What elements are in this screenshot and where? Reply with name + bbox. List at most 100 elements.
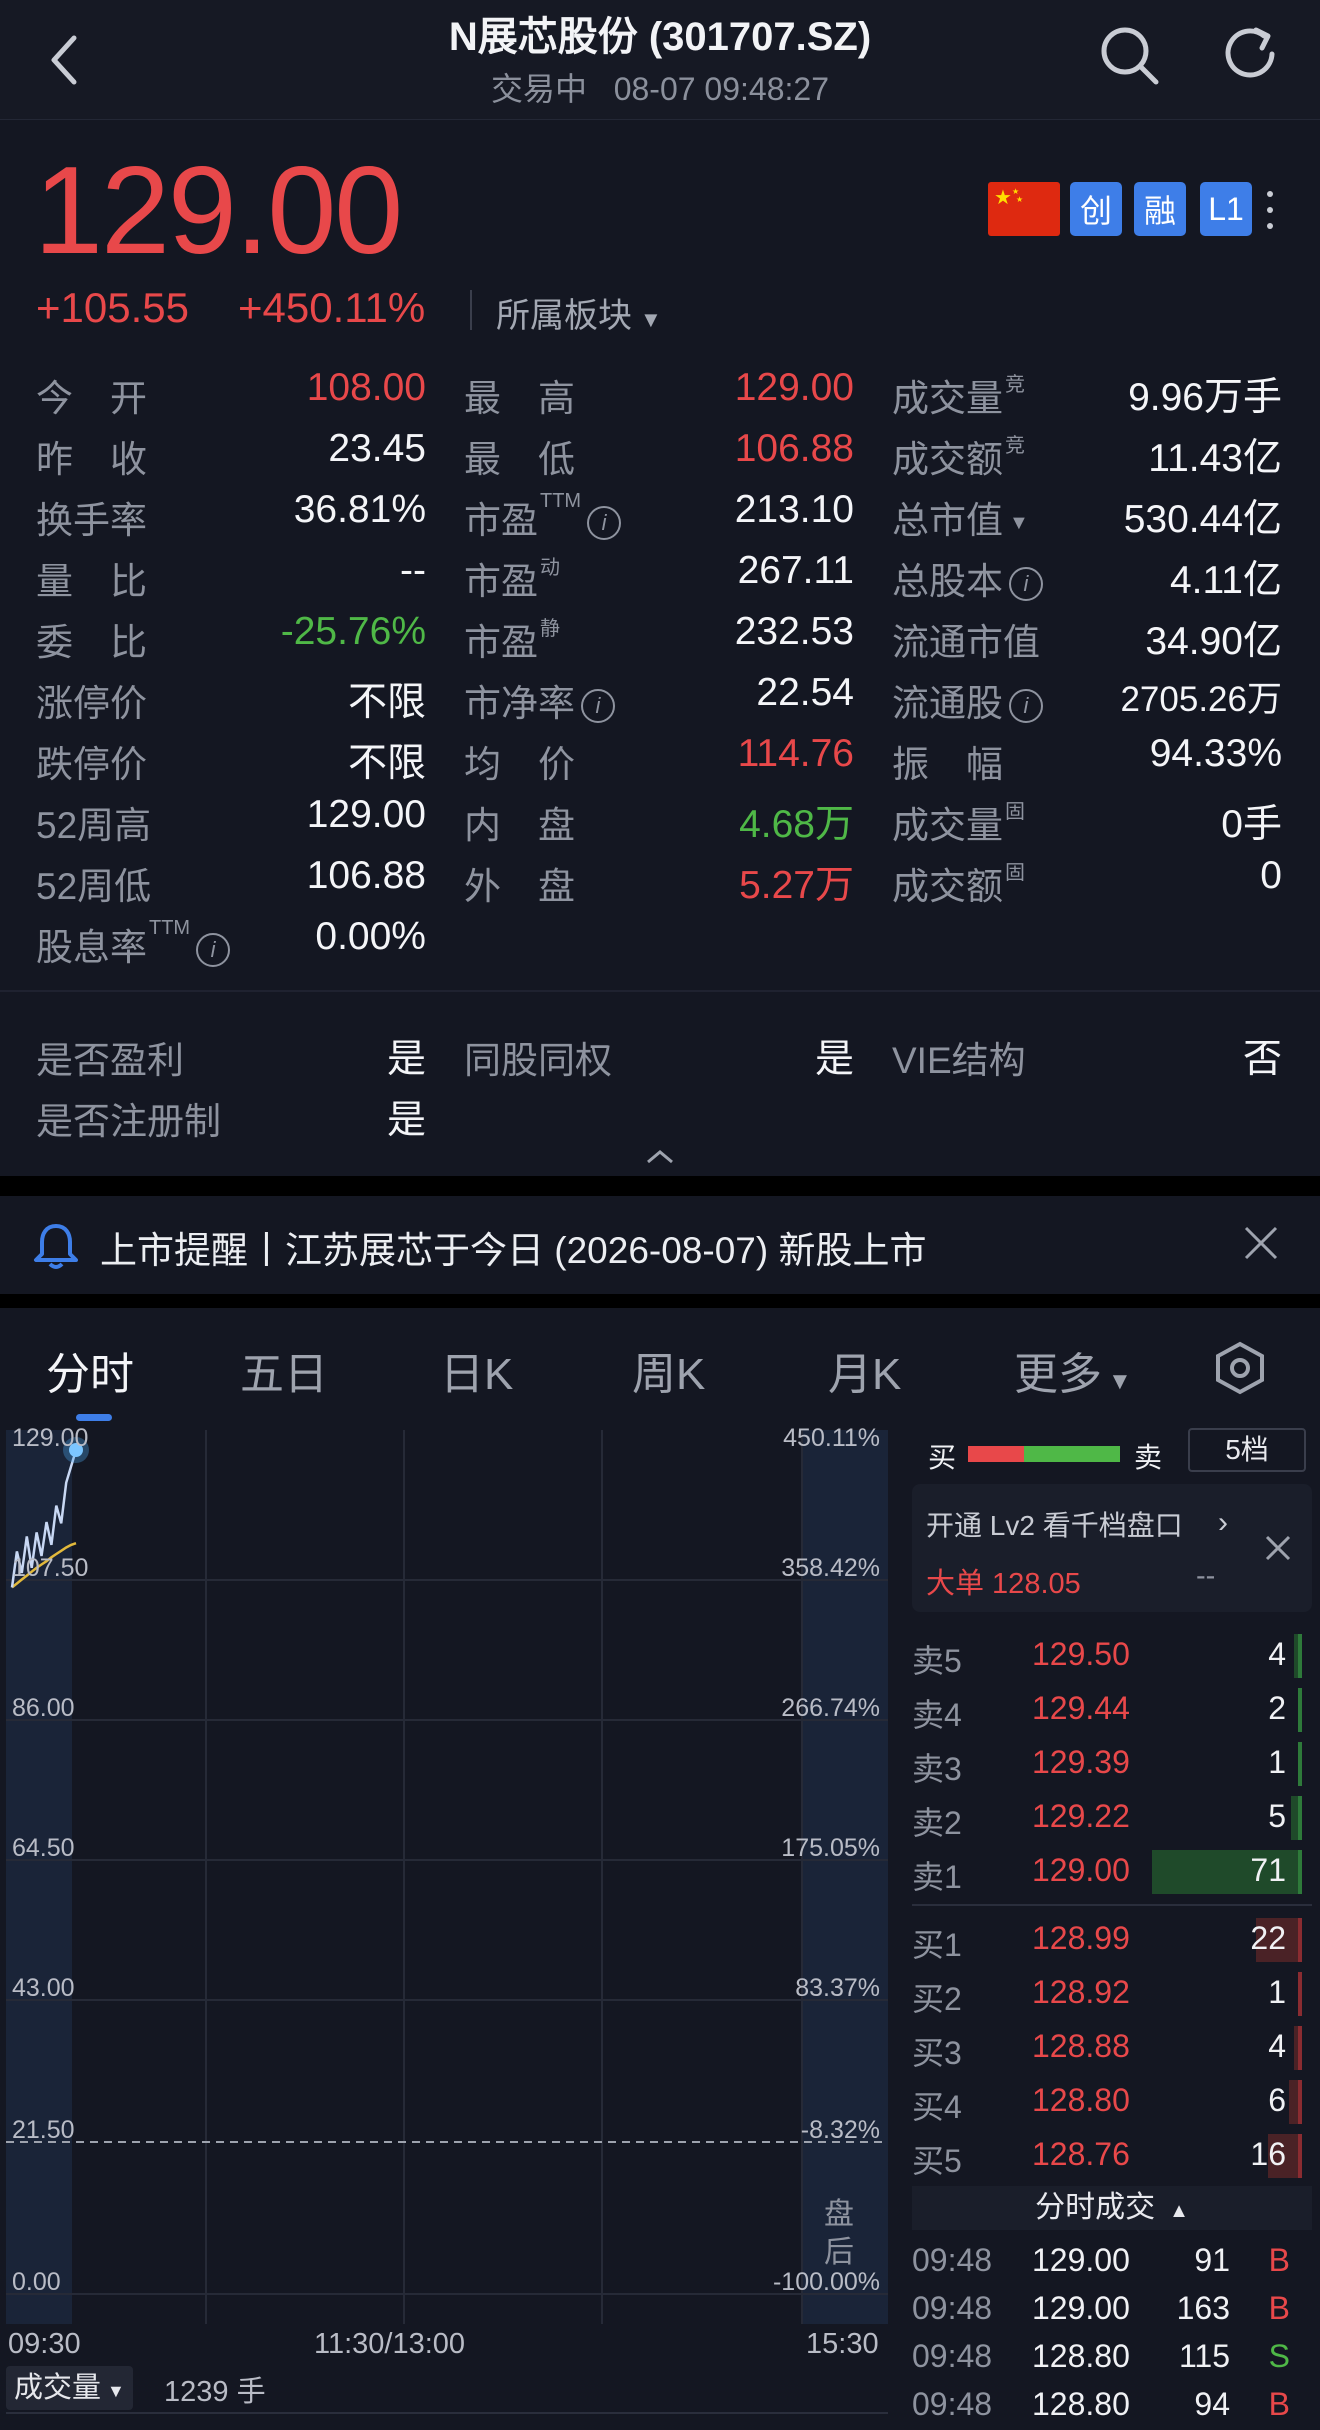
bid-level-label: 买2: [912, 1981, 962, 2017]
tick-price: 128.80: [1032, 2386, 1130, 2422]
collapse-chevron-icon[interactable]: [644, 1146, 676, 1166]
bid-price: 128.92: [1032, 1974, 1130, 2010]
y-axis-left-label: 86.00: [12, 1694, 75, 1722]
stat-value-inner: 4.68万: [739, 803, 854, 846]
more-options-icon[interactable]: [1262, 186, 1278, 234]
tab-daily-k[interactable]: 日K: [440, 1338, 513, 1402]
volume-dropdown[interactable]: 成交量 ▼: [6, 2366, 133, 2410]
ask-quantity: 5: [1268, 1798, 1286, 1834]
stat-label-market-cap[interactable]: 总市值 ▼: [892, 490, 1029, 544]
depth-bar-edge: [1298, 2026, 1302, 2070]
y-axis-right-label: 175.05%: [781, 1834, 880, 1862]
stat-label-total-shares: 总股本 i: [892, 551, 1043, 605]
bid-level-label: 买5: [912, 2143, 962, 2179]
chinext-badge[interactable]: 创: [1070, 182, 1122, 236]
sector-label: 所属板块: [496, 297, 632, 335]
y-axis-right-label: -100.00%: [772, 2268, 880, 2296]
chevron-right-icon: ›: [1218, 1506, 1228, 1539]
caret-down-icon: ▼: [107, 2381, 125, 2401]
y-axis-right-label: -8.32%: [800, 2116, 880, 2144]
lv2-promo-card[interactable]: 开通 Lv2 看千档盘口 › 大单 128.05 --: [912, 1484, 1312, 1612]
feature-value-registration: 是: [386, 1099, 426, 1142]
info-icon[interactable]: i: [581, 689, 615, 724]
tab-more[interactable]: 更多 ▼: [1014, 1338, 1132, 1402]
buy-ratio-fill: [968, 1446, 1025, 1462]
close-icon[interactable]: [1242, 1224, 1280, 1262]
info-icon[interactable]: i: [587, 506, 622, 541]
tab-monthly-k[interactable]: 月K: [828, 1338, 901, 1402]
tab-weekly-k[interactable]: 周K: [632, 1338, 705, 1402]
close-icon[interactable]: [1264, 1534, 1292, 1562]
tab-active-indicator: [76, 1414, 112, 1421]
stat-value-fixed-volume: 0手: [1221, 803, 1282, 846]
current-price: 129.00: [34, 142, 403, 280]
tick-time: 09:48: [912, 2242, 993, 2278]
ask-quantity: 4: [1268, 1636, 1286, 1672]
stat-value-total-shares: 4.11亿: [1169, 559, 1282, 602]
section-gap: [0, 1294, 1320, 1308]
bid-quantity: 22: [1250, 1920, 1286, 1956]
stat-value-volume: 9.96万手: [1128, 376, 1282, 419]
margin-badge[interactable]: 融: [1134, 182, 1186, 236]
big-order-label: 大单 128.05: [926, 1568, 1081, 1600]
stat-value-market-cap: 530.44亿: [1123, 498, 1282, 541]
china-flag-icon: ★ ★ ★: [988, 182, 1060, 236]
depth-bar-edge: [1298, 1972, 1302, 2016]
section-gap: [0, 1176, 1320, 1196]
bid-quantity: 16: [1250, 2136, 1286, 2172]
settings-hexagon-icon[interactable]: [1214, 1340, 1266, 1396]
search-icon[interactable]: [1098, 24, 1162, 88]
depth-button[interactable]: 5档: [1188, 1428, 1306, 1472]
y-axis-left-label: 21.50: [12, 2116, 75, 2144]
ask-level-label: 卖2: [912, 1805, 962, 1841]
tab-more-label: 更多: [1014, 1350, 1102, 1399]
bid-level-label: 买3: [912, 2035, 962, 2071]
fixed-amount-label-text: 成交额: [892, 866, 1003, 907]
stat-label-order-ratio: 委 比: [36, 622, 147, 663]
stat-sup: 静: [540, 618, 560, 640]
stat-value-fixed-amount: 0: [1260, 854, 1282, 897]
time-label-open: 09:30: [8, 2328, 81, 2360]
ticks-header[interactable]: 分时成交 ▲: [912, 2186, 1312, 2230]
y-axis-right-label: 83.37%: [795, 1974, 880, 2002]
sell-ratio-label: 卖: [1134, 1442, 1163, 1473]
stat-value-volume-ratio: --: [400, 549, 426, 592]
tick-time: 09:48: [912, 2290, 993, 2326]
y-axis-left-label: 43.00: [12, 1974, 75, 2002]
after-hours-label: 盘后: [824, 2198, 854, 2269]
info-icon[interactable]: i: [196, 933, 231, 968]
y-axis-left-label: 129.00: [12, 1424, 89, 1452]
tick-price: 129.00: [1032, 2290, 1130, 2326]
stat-label-dividend: 股息率 TTMi: [36, 917, 231, 971]
stat-label-pb: 市净率 i: [464, 673, 615, 727]
stat-label-52w-high: 52周高: [36, 805, 152, 846]
info-icon[interactable]: i: [1009, 689, 1043, 724]
stat-label-low: 最 低: [464, 439, 575, 480]
svg-text:★: ★: [1016, 195, 1023, 204]
sector-dropdown[interactable]: 所属板块 ▼: [496, 288, 662, 337]
tick-price: 129.00: [1032, 2242, 1130, 2278]
tick-quantity: 94: [1194, 2386, 1230, 2422]
stat-label-pe-ttm: 市盈 TTMi: [464, 490, 622, 544]
gu-sup: 固: [1005, 862, 1025, 884]
level1-badge[interactable]: L1: [1200, 182, 1252, 236]
y-axis-right-label: 358.42%: [781, 1554, 880, 1582]
stat-label-volume: 成交量竞: [892, 368, 1025, 422]
stat-value-52w-high: 129.00: [306, 793, 426, 836]
divider: [0, 990, 1320, 992]
refresh-icon[interactable]: [1220, 22, 1284, 86]
promo-text: 开通 Lv2 看千档盘口: [926, 1510, 1183, 1541]
stat-value-pe-ttm: 213.10: [734, 488, 854, 531]
info-icon[interactable]: i: [1009, 567, 1043, 602]
ask-price: 129.39: [1032, 1744, 1130, 1780]
ask-price: 129.44: [1032, 1690, 1130, 1726]
tab-five-day[interactable]: 五日: [240, 1338, 328, 1402]
buy-ratio-label: 买: [928, 1442, 957, 1473]
tab-intraday[interactable]: 分时: [46, 1338, 134, 1402]
bid-price: 128.88: [1032, 2028, 1130, 2064]
volume-value: 1239 手: [164, 2376, 266, 2408]
notice-text: 上市提醒丨江苏展芯于今日 (2026-08-07) 新股上市: [100, 1230, 927, 1271]
fixed-volume-label-text: 成交量: [892, 805, 1003, 846]
listing-notice-banner[interactable]: 上市提醒丨江苏展芯于今日 (2026-08-07) 新股上市: [0, 1196, 1320, 1294]
intraday-chart[interactable]: [6, 1430, 888, 2324]
